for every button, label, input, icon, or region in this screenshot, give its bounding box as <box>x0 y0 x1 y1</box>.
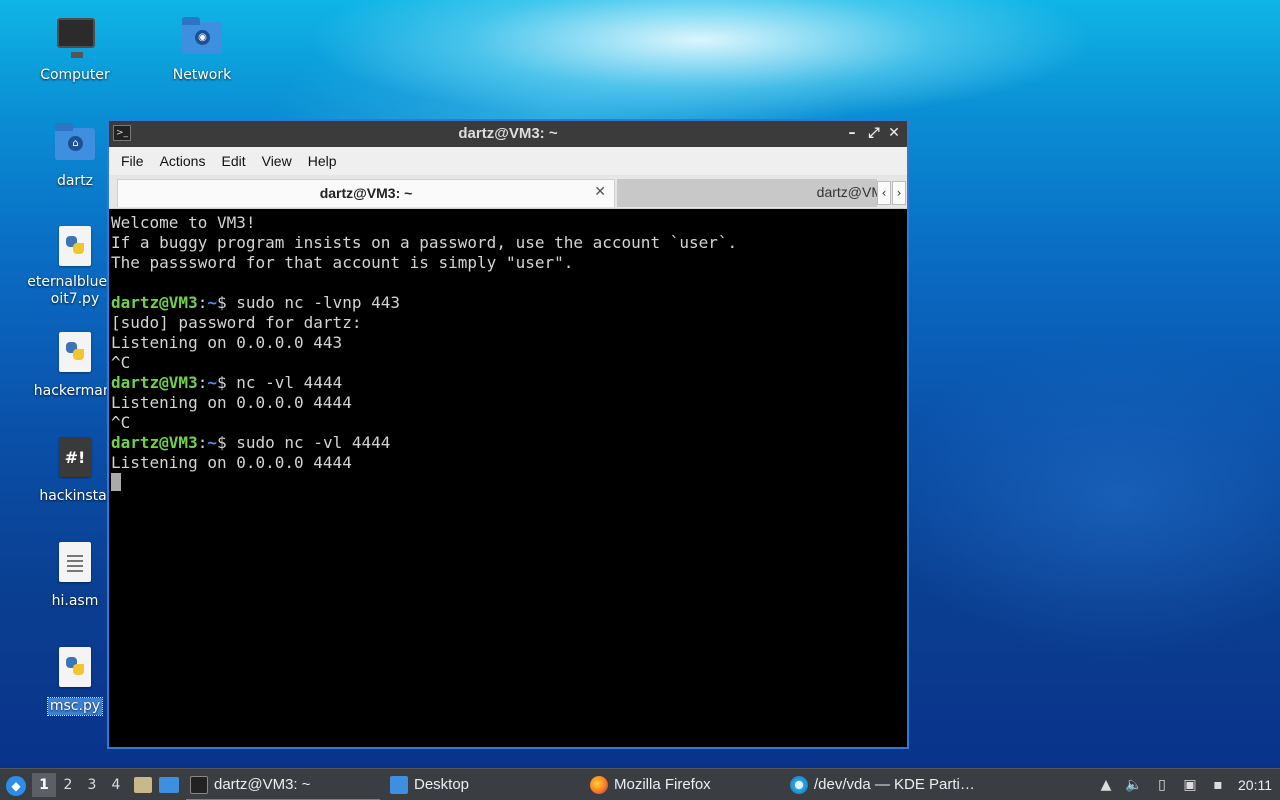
clock[interactable]: 20:11 <box>1238 777 1272 793</box>
workspace-4[interactable]: 4 <box>104 773 128 797</box>
terminal-output-line: Listening on 0.0.0.0 4444 <box>111 453 352 472</box>
prompt-command: nc -vl 4444 <box>236 373 343 392</box>
minimize-button[interactable]: – <box>843 124 861 142</box>
prompt-user: dartz@VM3 <box>111 433 198 452</box>
menu-view[interactable]: View <box>254 153 300 169</box>
desktop-icon-computer[interactable]: Computer <box>20 16 130 84</box>
task-desktop[interactable]: Desktop <box>386 771 580 799</box>
task-label: Desktop <box>414 776 470 793</box>
close-button[interactable]: ✕ <box>885 124 903 142</box>
task-terminal[interactable]: dartz@VM3: ~ <box>186 771 380 800</box>
prompt-path: ~ <box>207 373 217 392</box>
workspace-2[interactable]: 2 <box>56 773 80 797</box>
terminal-cursor <box>111 473 121 491</box>
prompt-path: ~ <box>207 293 217 312</box>
menu-help[interactable]: Help <box>300 153 345 169</box>
terminal-prompt-line: dartz@VM3:~$ sudo nc -vl 4444 <box>111 433 391 452</box>
tab-active[interactable]: dartz@VM3: ~ ✕ <box>117 179 615 207</box>
firefox-icon <box>590 775 608 794</box>
python-file-icon <box>53 647 97 691</box>
menu-edit[interactable]: Edit <box>213 153 253 169</box>
volume-icon[interactable]: 🔈 <box>1122 775 1146 795</box>
tab-inactive[interactable]: dartz@VM <box>617 179 877 207</box>
archive-launcher-icon[interactable] <box>130 774 154 796</box>
terminal-output-line: ^C <box>111 413 131 432</box>
terminal-window[interactable]: >_ dartz@VM3: ~ – ⤢ ✕ File Actions Edit … <box>107 119 909 749</box>
text-file-icon <box>53 542 97 586</box>
terminal-prompt-line: dartz@VM3:~$ nc -vl 4444 <box>111 373 343 392</box>
terminal-output-line: [sudo] password for dartz: <box>111 313 362 332</box>
task-partition-manager[interactable]: /dev/vda — KDE Parti… <box>786 771 986 799</box>
workspace-1[interactable]: 1 <box>32 772 56 797</box>
prompt-path: ~ <box>207 433 217 452</box>
prompt-user: dartz@VM3 <box>111 373 198 392</box>
task-label: Mozilla Firefox <box>614 776 711 793</box>
window-titlebar[interactable]: >_ dartz@VM3: ~ – ⤢ ✕ <box>109 121 907 147</box>
shell-script-icon: #! <box>53 437 97 481</box>
terminal-output-line: ^C <box>111 353 131 372</box>
desktop-icon-network[interactable]: ◉ Network <box>147 16 257 84</box>
task-label: dartz@VM3: ~ <box>214 776 311 793</box>
menu-file[interactable]: File <box>113 153 152 169</box>
network-folder-icon: ◉ <box>180 16 224 60</box>
menu-bar: File Actions Edit View Help <box>109 147 907 175</box>
clipboard-icon[interactable]: ▯ <box>1150 775 1174 795</box>
prompt-command: sudo nc -vl 4444 <box>236 433 391 452</box>
maximize-button[interactable]: ⤢ <box>865 124 883 142</box>
tab-label: dartz@VM3: ~ <box>319 185 413 201</box>
computer-icon <box>53 16 97 60</box>
terminal-cursor-line <box>111 473 907 493</box>
desktop-icon-label: Network <box>172 67 232 83</box>
desktop-icon-label: dartz <box>56 173 94 189</box>
task-firefox[interactable]: Mozilla Firefox <box>586 771 780 799</box>
window-title: dartz@VM3: ~ <box>458 125 558 142</box>
desktop-icon-label: Computer <box>40 67 110 83</box>
terminal-prompt-line: dartz@VM3:~$ sudo nc -lvnp 443 <box>111 293 401 312</box>
desktop-icon-label: hackinstal <box>39 488 111 504</box>
network-icon[interactable]: ▣ <box>1178 775 1202 795</box>
desktop-icon-label: hi.asm <box>51 593 99 609</box>
terminal-output-line: Listening on 0.0.0.0 4444 <box>111 393 352 412</box>
taskbar: ◆ 1 2 3 4 dartz@VM3: ~ Desktop Mozilla F… <box>0 768 1280 800</box>
prompt-command: sudo nc -lvnp 443 <box>236 293 401 312</box>
desktop-icon-label: msc.py <box>46 697 104 716</box>
prompt-user: dartz@VM3 <box>111 293 198 312</box>
home-folder-icon: ⌂ <box>53 122 97 166</box>
terminal-output-line: Welcome to VM3! <box>111 213 256 232</box>
task-label: /dev/vda — KDE Parti… <box>814 776 975 793</box>
tab-close-icon[interactable]: ✕ <box>594 184 606 200</box>
show-desktop-icon[interactable] <box>156 774 180 796</box>
desktop-icon-label: hackerman. <box>33 383 117 399</box>
lubuntu-logo-icon: ◆ <box>6 775 26 796</box>
workspace-3[interactable]: 3 <box>80 773 104 797</box>
partition-manager-icon <box>790 775 808 794</box>
tab-scroll-left-icon[interactable]: ‹ <box>877 181 891 205</box>
terminal-output[interactable]: Welcome to VM3! If a buggy program insist… <box>111 213 907 747</box>
menu-actions[interactable]: Actions <box>152 153 214 169</box>
terminal-output-line: If a buggy program insists on a password… <box>111 233 738 252</box>
tab-scroll-right-icon[interactable]: › <box>892 181 906 205</box>
tab-label: dartz@VM <box>816 184 877 200</box>
python-file-icon <box>53 226 97 270</box>
update-notifier-icon[interactable]: ▪ <box>1206 775 1230 795</box>
tab-bar: dartz@VM3: ~ ✕ dartz@VM ‹ › <box>109 175 907 209</box>
terminal-output-line: The passsword for that account is simply… <box>111 253 574 272</box>
python-file-icon <box>53 332 97 376</box>
tray-arrow-icon[interactable]: ▲ <box>1094 775 1118 795</box>
folder-icon <box>390 775 408 794</box>
system-tray: ▲ 🔈 ▯ ▣ ▪ 20:11 <box>1092 769 1280 800</box>
start-menu-button[interactable]: ◆ <box>0 770 30 800</box>
terminal-icon <box>190 775 208 794</box>
terminal-output-line: Listening on 0.0.0.0 443 <box>111 333 343 352</box>
